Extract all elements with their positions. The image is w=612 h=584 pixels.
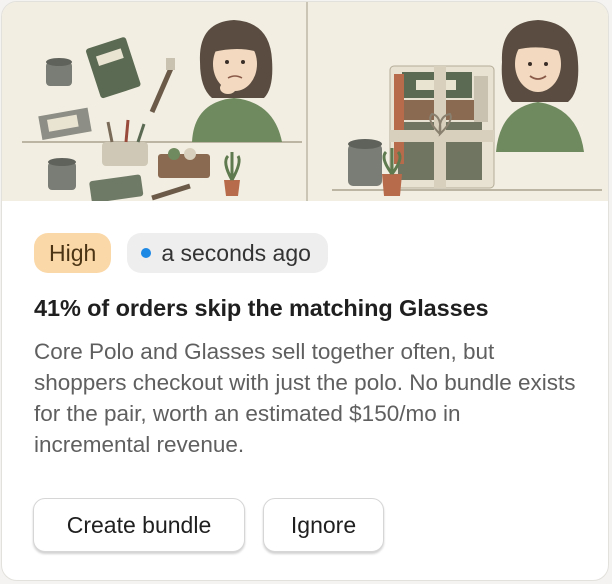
product-bundle-illustration	[389, 65, 495, 189]
hero-illustration	[2, 2, 608, 201]
insight-title: 41% of orders skip the matching Glasses	[34, 295, 489, 321]
status-dot-icon	[141, 248, 152, 258]
insight-description: Core Polo and Glasses sell together ofte…	[34, 339, 576, 457]
create-bundle-button[interactable]: Create bundle	[33, 498, 245, 552]
card-content: High a seconds ago 41% of orders skip th…	[34, 233, 576, 460]
hero-illustration-svg	[2, 2, 608, 201]
action-row: Create bundle Ignore	[33, 498, 384, 552]
insight-card: High a seconds ago 41% of orders skip th…	[1, 1, 609, 581]
tag-row: High a seconds ago	[34, 233, 576, 273]
time-label: a seconds ago	[161, 240, 311, 266]
ignore-button[interactable]: Ignore	[263, 498, 384, 552]
time-badge: a seconds ago	[127, 233, 328, 273]
priority-badge: High	[34, 233, 112, 273]
happy-person-illustration	[496, 20, 584, 152]
